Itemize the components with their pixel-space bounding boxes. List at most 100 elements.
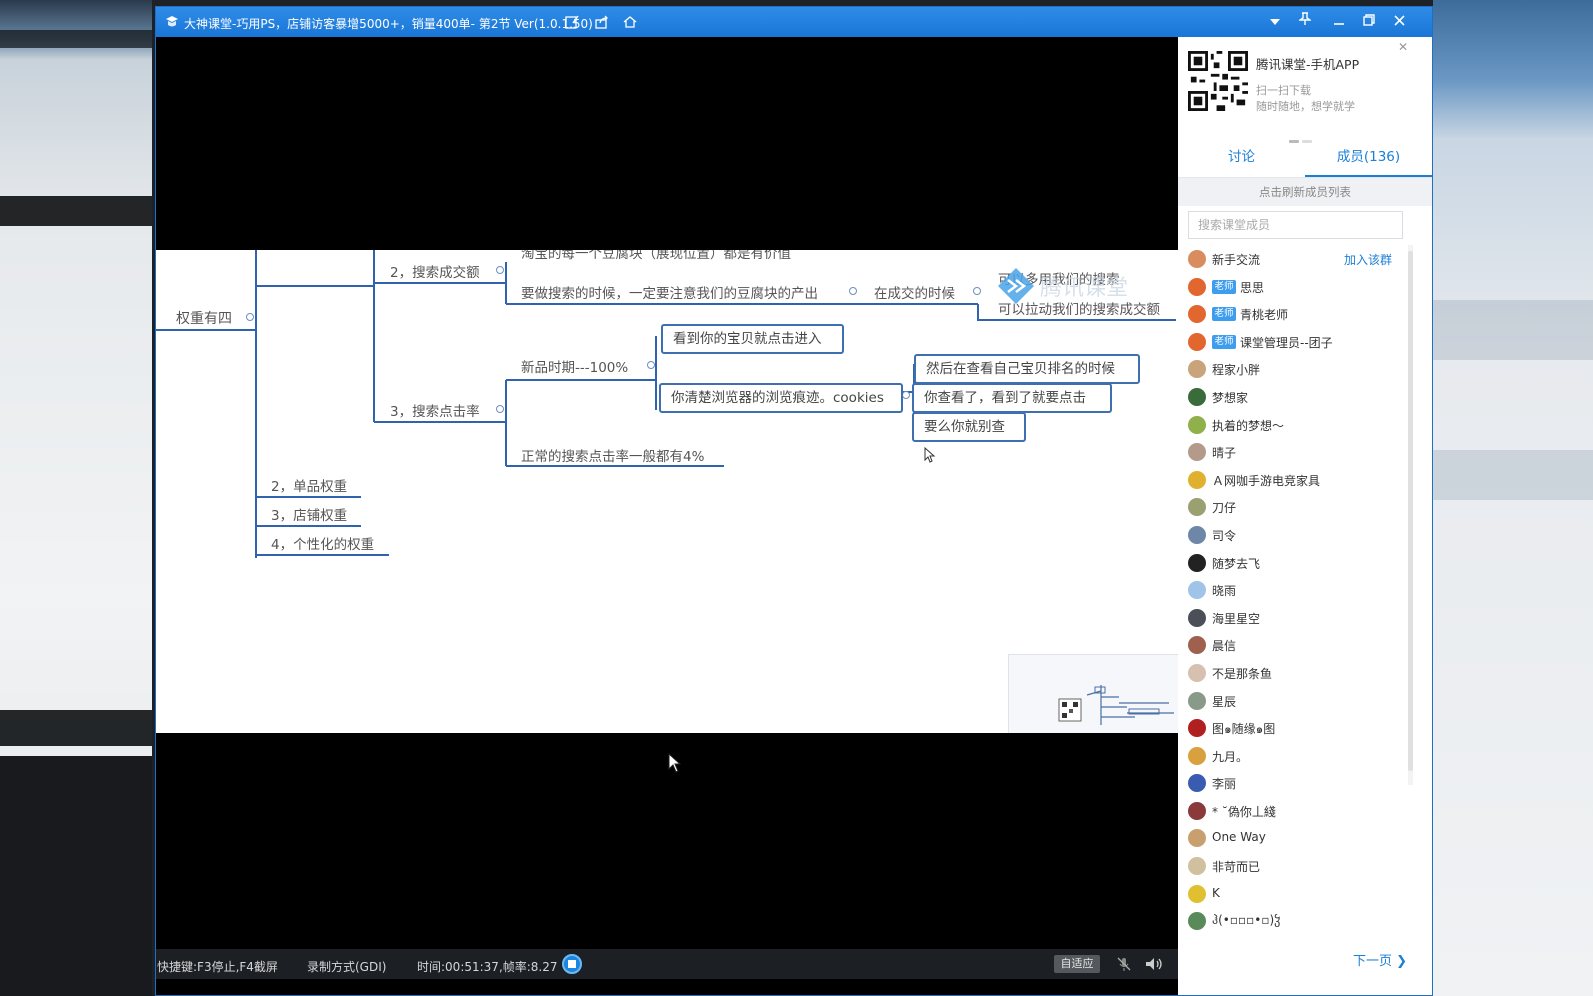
- side-panel: 腾讯课堂-手机APP 扫一扫下载 随时随地，想学就学 ✕ 讨论 成员(136) …: [1178, 37, 1432, 995]
- member-name: 青桃老师: [1240, 308, 1289, 323]
- avatar[interactable]: [1188, 332, 1206, 351]
- home-icon[interactable]: [622, 14, 638, 30]
- mindmap-root-node: 权重有四: [176, 311, 232, 327]
- avatar[interactable]: [1188, 691, 1206, 710]
- close-button[interactable]: [1388, 12, 1410, 32]
- app-window: 大神课堂-巧用PS，店铺访客暴增5000+，销量400单- 第2节 Ver(1.…: [155, 6, 1433, 996]
- next-page-link[interactable]: 下一页 ❯: [1353, 950, 1407, 969]
- mindmap-node-item-weight: 2，单品权重: [271, 479, 348, 495]
- avatar[interactable]: [1188, 746, 1206, 765]
- avatar[interactable]: [1188, 801, 1206, 820]
- member-row[interactable]: 晴子: [1178, 438, 1408, 466]
- avatar[interactable]: [1188, 360, 1206, 379]
- avatar[interactable]: [1188, 387, 1206, 406]
- member-row[interactable]: 梦想家: [1178, 383, 1408, 411]
- promo-close-icon[interactable]: ✕: [1398, 40, 1408, 54]
- member-row[interactable]: 不是那条鱼: [1178, 659, 1408, 687]
- member-row[interactable]: 海里星空: [1178, 604, 1408, 632]
- mic-muted-icon[interactable]: [1116, 956, 1132, 972]
- record-time: 时间:00:51:37,帧率:8.27: [417, 960, 558, 974]
- member-row[interactable]: 李丽: [1178, 769, 1408, 797]
- avatar[interactable]: [1188, 470, 1206, 489]
- share-icon[interactable]: [594, 14, 610, 30]
- mindmap-node-shop-weight: 3，店铺权重: [271, 508, 348, 524]
- member-row[interactable]: One Way: [1178, 824, 1408, 852]
- avatar[interactable]: [1188, 443, 1206, 462]
- title-bar[interactable]: 大神课堂-巧用PS，店铺访客暴增5000+，销量400单- 第2节 Ver(1.…: [156, 7, 1432, 37]
- member-row[interactable]: 星辰: [1178, 687, 1408, 715]
- stop-record-button[interactable]: [562, 954, 582, 974]
- member-row[interactable]: 司令: [1178, 521, 1408, 549]
- member-name: 星辰: [1212, 694, 1237, 709]
- qr-code-icon: [1188, 51, 1248, 111]
- member-row[interactable]: 刀仔: [1178, 493, 1408, 521]
- member-row[interactable]: 晨信: [1178, 631, 1408, 659]
- avatar[interactable]: [1188, 636, 1206, 655]
- tab-members[interactable]: 成员(136): [1305, 137, 1432, 177]
- member-row[interactable]: 老师 青桃老师: [1178, 300, 1408, 328]
- member-row[interactable]: 老师 课堂管理员--团子: [1178, 328, 1408, 356]
- mindmap-node-cut-top: 淘宝的每一个豆腐块（展现位置）都是有价值: [521, 250, 791, 262]
- member-row[interactable]: 非苛而已: [1178, 852, 1408, 880]
- avatar[interactable]: [1188, 663, 1206, 682]
- minimize-button[interactable]: [1328, 12, 1350, 32]
- dropdown-menu-button[interactable]: [1264, 12, 1286, 32]
- video-screen[interactable]: 淘宝的每一个豆腐块（展现位置）都是有价值 权重有四 2，搜索成交额 要做搜索的时…: [156, 37, 1178, 949]
- member-row[interactable]: 新手交流 加入该群: [1178, 245, 1408, 273]
- member-row[interactable]: K: [1178, 880, 1408, 908]
- refresh-members-link[interactable]: 点击刷新成员列表: [1178, 178, 1432, 206]
- avatar[interactable]: [1188, 912, 1206, 931]
- member-row[interactable]: ჰ(•▫▫▫•▫)ჴ: [1178, 907, 1408, 935]
- member-row[interactable]: * ˘偽你丄綫: [1178, 797, 1408, 825]
- member-name: 执着的梦想～: [1212, 418, 1285, 433]
- scrollbar-thumb[interactable]: [1408, 251, 1413, 771]
- join-group-link[interactable]: 加入该群: [1344, 251, 1392, 268]
- member-row[interactable]: 执着的梦想～: [1178, 411, 1408, 439]
- member-row[interactable]: 老师 思思: [1178, 273, 1408, 301]
- webcam-thumbnail[interactable]: [1008, 654, 1178, 733]
- mindmap-node-new-product: 新品时期---100%: [521, 360, 629, 376]
- avatar[interactable]: [1188, 415, 1206, 434]
- avatar[interactable]: [1188, 774, 1206, 793]
- pin-button[interactable]: [1294, 12, 1316, 32]
- tab-discussion[interactable]: 讨论: [1178, 137, 1305, 177]
- tencent-watermark: 腾讯课堂: [996, 264, 1166, 314]
- speaker-icon[interactable]: [1144, 956, 1164, 972]
- app-logo-icon: [166, 16, 178, 27]
- edit-icon[interactable]: [564, 14, 580, 30]
- member-row[interactable]: 图๑随缘๑图: [1178, 714, 1408, 742]
- tencent-logo-icon: [998, 268, 1034, 304]
- fit-screen-button[interactable]: 自适应: [1054, 955, 1100, 973]
- member-name: Ａ网咖手游电竞家具: [1212, 473, 1321, 488]
- avatar[interactable]: [1188, 719, 1206, 738]
- member-name: 刀仔: [1212, 501, 1237, 516]
- member-row[interactable]: 九月。: [1178, 742, 1408, 770]
- mindmap-slide: 淘宝的每一个豆腐块（展现位置）都是有价值 权重有四 2，搜索成交额 要做搜索的时…: [156, 250, 1178, 733]
- avatar[interactable]: [1188, 250, 1206, 268]
- restore-button[interactable]: [1358, 12, 1380, 32]
- avatar[interactable]: [1188, 608, 1206, 627]
- member-row[interactable]: Ａ网咖手游电竞家具: [1178, 466, 1408, 494]
- avatar[interactable]: [1188, 277, 1206, 296]
- member-name: 梦想家: [1212, 390, 1249, 405]
- avatar[interactable]: [1188, 581, 1206, 600]
- member-list: 新手交流 加入该群 老师 思思 老师 青桃老师 老师 课堂管理员--团子 程家小胖梦想家执着的梦…: [1178, 245, 1408, 941]
- member-name: 李丽: [1212, 777, 1237, 792]
- mindmap-box-check-rank: 然后在查看自己宝贝排名的时候: [914, 354, 1140, 384]
- stop-icon: [568, 960, 576, 968]
- member-row[interactable]: 程家小胖: [1178, 355, 1408, 383]
- member-name: 不是那条鱼: [1212, 666, 1273, 681]
- avatar[interactable]: [1188, 305, 1206, 324]
- avatar[interactable]: [1188, 553, 1206, 572]
- member-row[interactable]: 随梦去飞: [1178, 549, 1408, 577]
- avatar[interactable]: [1188, 857, 1206, 876]
- member-row[interactable]: 晓雨: [1178, 576, 1408, 604]
- member-name: 非苛而已: [1212, 860, 1261, 875]
- avatar[interactable]: [1188, 498, 1206, 517]
- avatar[interactable]: [1188, 829, 1206, 848]
- avatar[interactable]: [1188, 525, 1206, 544]
- member-name: 九月。: [1212, 749, 1249, 764]
- mindmap-node-when-deal: 在成交的时候: [874, 286, 955, 302]
- avatar[interactable]: [1188, 884, 1206, 903]
- member-search-input[interactable]: [1188, 211, 1403, 239]
